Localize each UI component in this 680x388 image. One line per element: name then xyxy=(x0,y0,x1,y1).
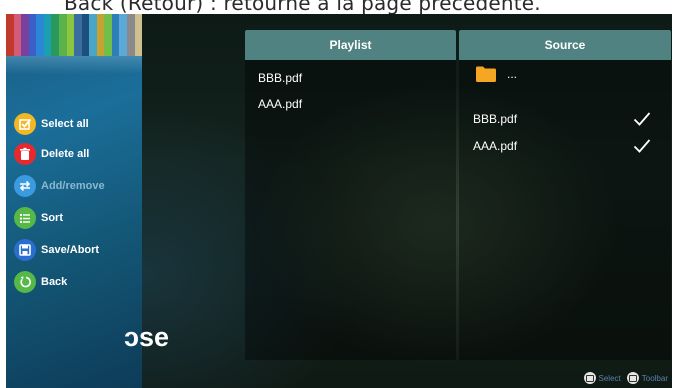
menu-item-label: Add/remove xyxy=(41,180,105,192)
caption-text: Back (Retour) : retourne à la page précé… xyxy=(64,0,541,14)
menu-item-select-all[interactable]: Select all xyxy=(14,112,89,136)
parent-folder-item[interactable]: ... xyxy=(475,64,672,84)
source-file-item[interactable]: AAA.pdf xyxy=(473,135,663,157)
playlist-header: Playlist xyxy=(245,30,456,60)
ok-button-icon xyxy=(583,372,596,384)
source-header: Source xyxy=(459,30,671,60)
folder-icon xyxy=(476,66,496,82)
menu-item-delete-all[interactable]: Delete all xyxy=(14,142,89,166)
background-title-text: ɔse xyxy=(124,322,170,352)
menu-item-label: Save/Abort xyxy=(41,244,100,256)
back-arrow-icon xyxy=(14,271,36,293)
parent-folder-label: ... xyxy=(507,67,518,81)
playlist-file-item[interactable]: AAA.pdf xyxy=(258,93,302,115)
toolbar-hint-label: Toolbar xyxy=(641,373,668,383)
source-panel: Source ... BBB.pdf AAA.pdf xyxy=(459,30,671,360)
color-stripes-decoration xyxy=(6,14,142,56)
list-icon xyxy=(14,207,36,229)
checkmark-icon xyxy=(633,139,651,153)
menu-item-sort[interactable]: Sort xyxy=(14,206,63,230)
trash-icon xyxy=(14,143,36,165)
source-file-item[interactable]: BBB.pdf xyxy=(473,108,663,130)
remote-hint-bar: Select Toolbar xyxy=(578,370,668,386)
toolbar-sidebar: Select all Delete all Add/remove Sort Sa xyxy=(6,14,142,388)
menu-item-label: Select all xyxy=(41,118,89,130)
source-file-name: AAA.pdf xyxy=(473,139,518,153)
checkmark-icon xyxy=(633,112,651,126)
playlist-file-item[interactable]: BBB.pdf xyxy=(258,67,302,89)
swap-arrows-icon xyxy=(14,175,36,197)
sidebar-glow-decoration xyxy=(6,56,142,74)
select-hint-label: Select xyxy=(598,373,621,383)
menu-item-label: Sort xyxy=(41,212,63,224)
checkbox-edit-icon xyxy=(14,113,36,135)
source-file-name: BBB.pdf xyxy=(473,112,518,126)
playlist-panel: Playlist BBB.pdf AAA.pdf xyxy=(245,30,456,360)
menu-item-label: Back xyxy=(41,276,68,288)
menu-item-back[interactable]: Back xyxy=(14,270,67,294)
menu-item-save-abort[interactable]: Save/Abort xyxy=(14,238,99,262)
tv-screen: Select all Delete all Add/remove Sort Sa xyxy=(6,14,672,388)
menu-button-icon xyxy=(626,372,639,384)
menu-item-add-remove[interactable]: Add/remove xyxy=(14,174,105,198)
save-icon xyxy=(14,239,36,261)
caption-bar: Back (Retour) : retourne à la page précé… xyxy=(0,0,680,14)
menu-item-label: Delete all xyxy=(41,148,90,160)
